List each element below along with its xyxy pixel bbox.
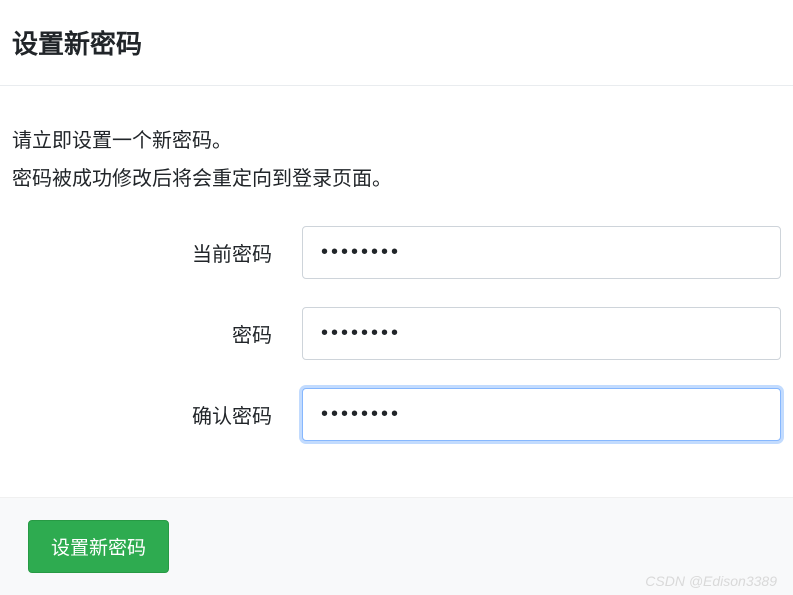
description-line-1: 请立即设置一个新密码。 [12,122,781,160]
current-password-input[interactable] [302,226,781,279]
password-form: 当前密码 密码 确认密码 [0,226,793,497]
confirm-password-label: 确认密码 [12,400,302,429]
password-label: 密码 [12,319,302,348]
page-title: 设置新密码 [12,24,781,61]
description-block: 请立即设置一个新密码。 密码被成功修改后将会重定向到登录页面。 [0,86,793,226]
confirm-password-input[interactable] [302,388,781,441]
form-footer: 设置新密码 [0,497,793,595]
description-line-2: 密码被成功修改后将会重定向到登录页面。 [12,160,781,198]
password-row: 密码 [12,307,781,360]
confirm-password-row: 确认密码 [12,388,781,441]
page-container: 设置新密码 请立即设置一个新密码。 密码被成功修改后将会重定向到登录页面。 当前… [0,0,793,595]
password-input[interactable] [302,307,781,360]
submit-button[interactable]: 设置新密码 [28,520,169,573]
page-header: 设置新密码 [0,0,793,86]
current-password-label: 当前密码 [12,238,302,267]
current-password-row: 当前密码 [12,226,781,279]
